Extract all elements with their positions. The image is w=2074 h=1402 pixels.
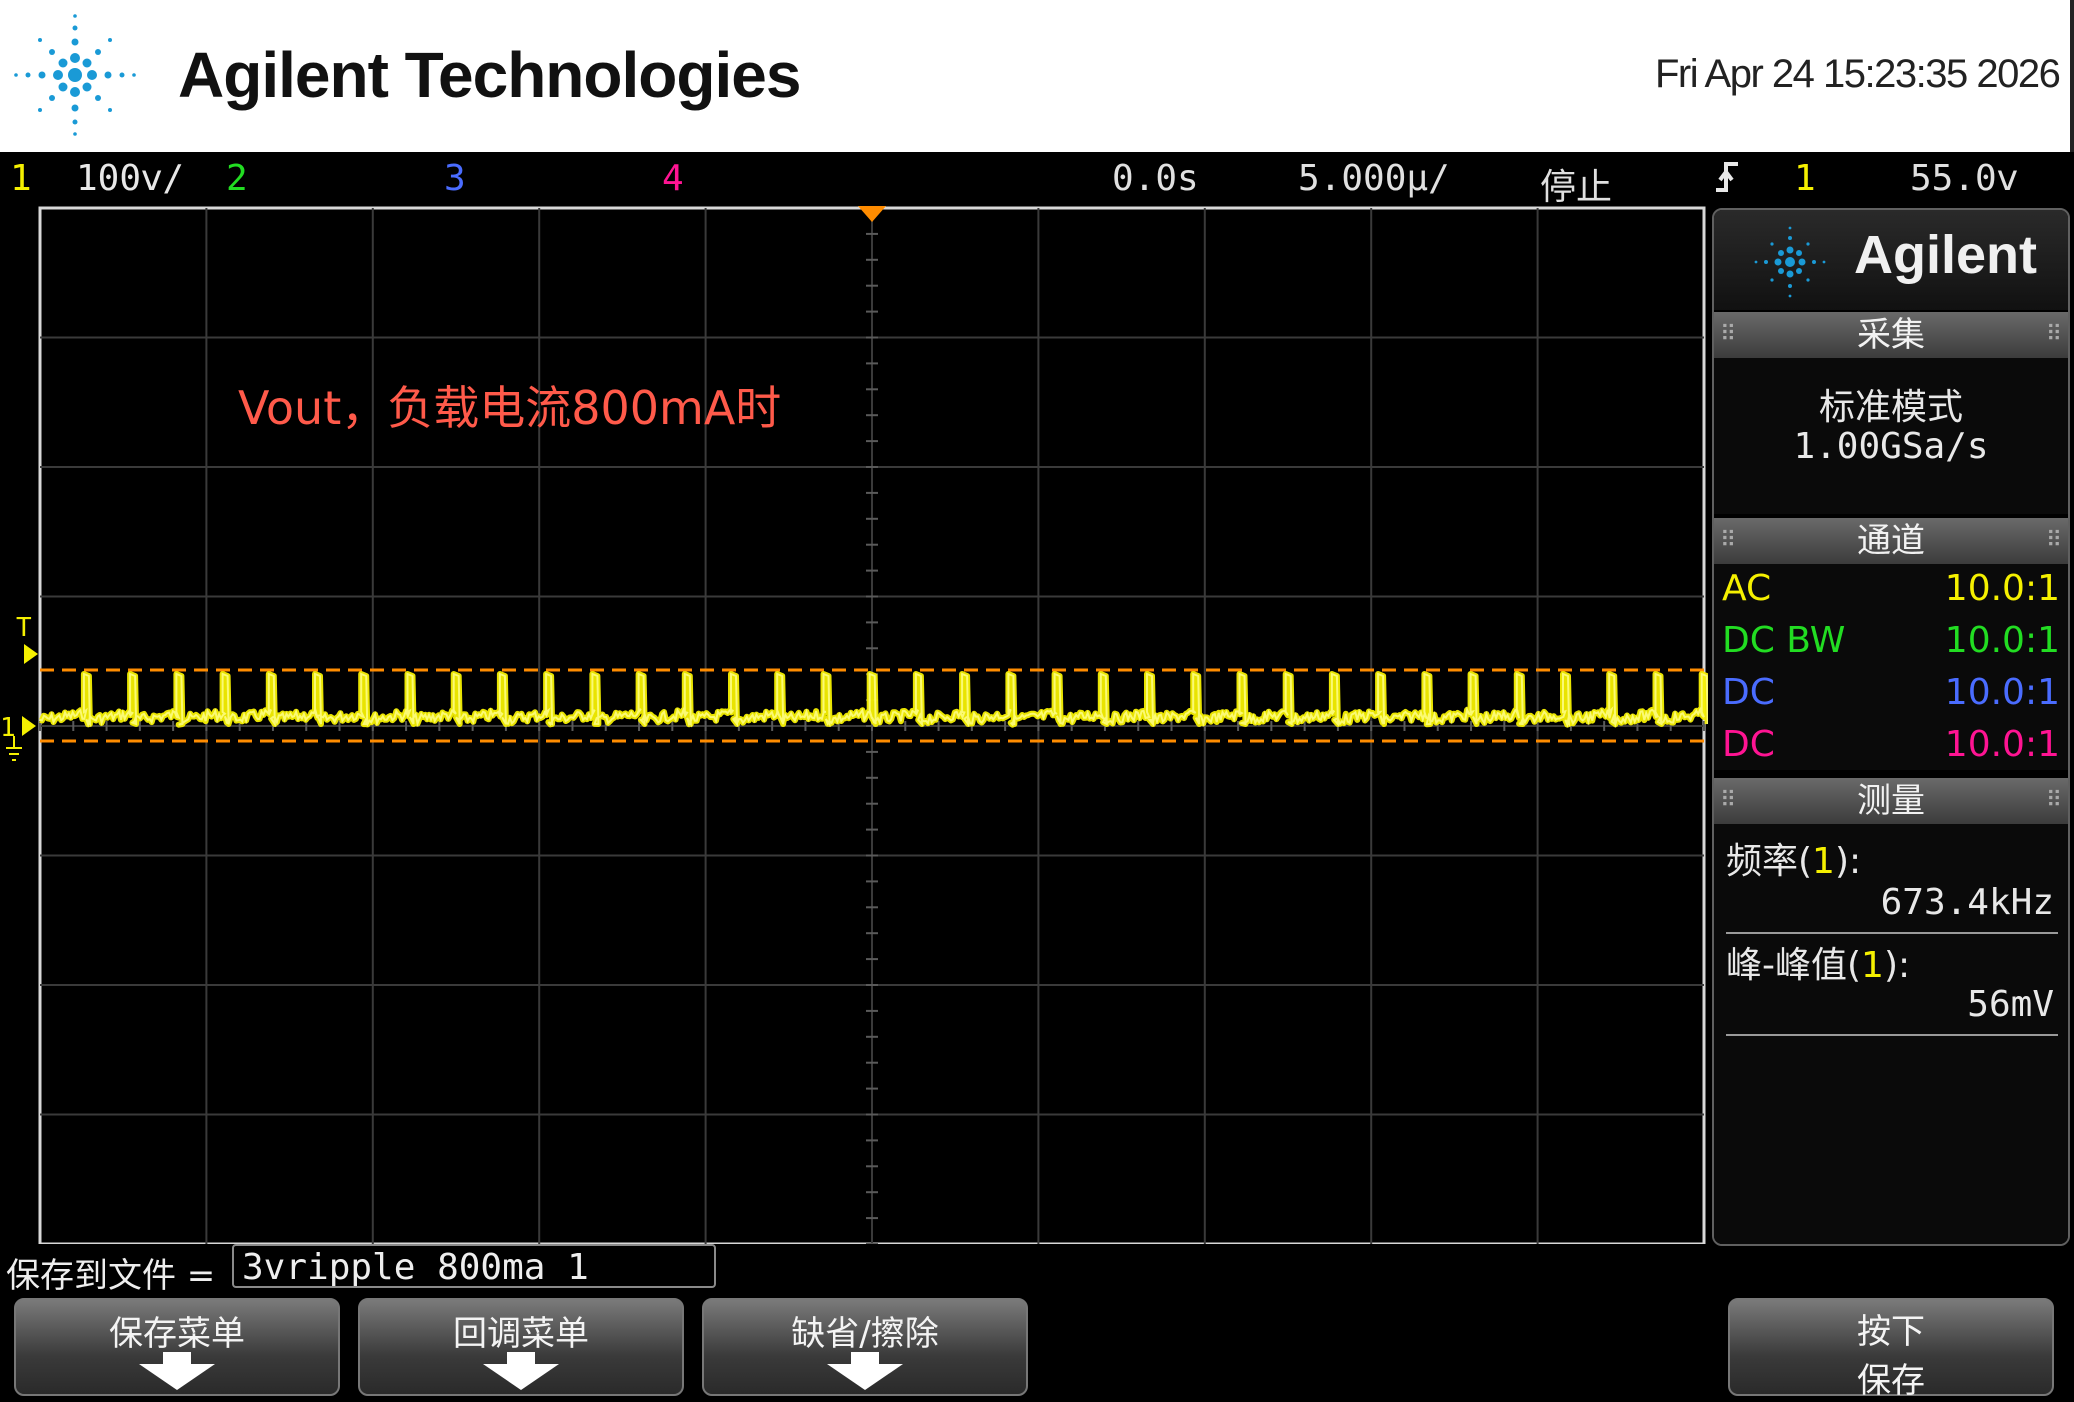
- trigger-position-marker: [858, 206, 886, 222]
- ch2-number[interactable]: 2: [226, 158, 248, 199]
- trace-annotation: Vout，负载电流800mA时: [238, 381, 782, 435]
- save-menu-softkey[interactable]: 保存菜单: [14, 1298, 340, 1396]
- ch2-coupling: DC BW: [1722, 620, 1846, 661]
- header-bar: Agilent Technologies Fri Apr 24 15:23:35…: [0, 0, 2074, 152]
- channel-section-header[interactable]: ⠿ 通道 ⠿: [1714, 518, 2068, 564]
- date-time: Fri Apr 24 15:23:35 2026: [1655, 52, 2061, 96]
- channel1-ground-marker: [22, 716, 36, 736]
- run-state[interactable]: 停止: [1540, 158, 1612, 210]
- info-panel: Agilent ⠿ 采集 ⠿ 标准模式 1.00GSa/s ⠿ 通道 ⠿ AC …: [1712, 208, 2070, 1246]
- panel-logo-text: Agilent: [1854, 225, 2037, 285]
- trigger-level[interactable]: 55.0ⅴ: [1910, 158, 2018, 199]
- measure-section: 频率(1): 673.4kHz 峰-峰值(1): 56mV: [1714, 824, 2068, 1244]
- acquire-title: 采集: [1857, 315, 1925, 355]
- sample-rate: 1.00GSa/s: [1793, 426, 1989, 467]
- softkey-label: 缺省/擦除: [791, 1314, 939, 1354]
- acquire-section-header[interactable]: ⠿ 采集 ⠿: [1714, 312, 2068, 358]
- measure-section-header[interactable]: ⠿ 测量 ⠿: [1714, 778, 2068, 824]
- ch1-probe: 10.0:1: [1944, 568, 2060, 609]
- ch3-number[interactable]: 3: [444, 158, 466, 199]
- ch4-number[interactable]: 4: [662, 158, 684, 199]
- save-file-row: 保存到文件 = 3vripple_800ma_1: [0, 1244, 2074, 1296]
- default-erase-softkey[interactable]: 缺省/擦除: [702, 1298, 1028, 1396]
- grip-icon: ⠿: [2045, 528, 2062, 553]
- agilent-spark-logo: [14, 14, 136, 136]
- horizontal-delay[interactable]: 0.0s: [1112, 158, 1199, 199]
- filename-field[interactable]: 3vripple_800ma_1: [232, 1244, 716, 1288]
- grip-icon: ⠿: [2045, 322, 2062, 347]
- trigger-level-label: T: [16, 613, 32, 643]
- channel-title: 通道: [1857, 521, 1925, 561]
- recall-menu-softkey[interactable]: 回调菜单: [358, 1298, 684, 1396]
- frequency-value: 673.4kHz: [1880, 882, 2054, 923]
- softkey-label-line2: 保存: [1857, 1361, 1925, 1401]
- timebase-scale[interactable]: 5.000µ/: [1298, 158, 1450, 199]
- panel-logo: Agilent: [1714, 210, 2068, 310]
- down-arrow-icon: [163, 1352, 191, 1364]
- trigger-level-marker: [24, 644, 38, 664]
- ch3-coupling: DC: [1722, 672, 1775, 713]
- ch4-probe: 10.0:1: [1944, 724, 2060, 765]
- softkey-label: 保存菜单: [109, 1314, 245, 1354]
- ch1-coupling: AC: [1722, 568, 1772, 609]
- down-arrow-icon: [851, 1352, 879, 1364]
- graticule: T1: [0, 206, 1708, 1244]
- status-bar: 1 100ⅴ/ 2 3 4 0.0s 5.000µ/ 停止 1 55.0ⅴ: [0, 152, 2074, 208]
- grip-icon: ⠿: [1720, 322, 1737, 347]
- rising-edge-trigger-icon: [1712, 156, 1742, 207]
- grip-icon: ⠿: [2045, 788, 2062, 813]
- save-to-file-label: 保存到文件 =: [6, 1256, 216, 1296]
- waveform-display[interactable]: T1 Vout，负载电流800mA时: [0, 204, 1708, 1244]
- frequency-label: 频率(1):: [1726, 841, 1862, 882]
- softkey-label-line1: 按下: [1857, 1312, 1925, 1352]
- grip-icon: ⠿: [1720, 788, 1737, 813]
- softkey-label: 回调菜单: [453, 1314, 589, 1354]
- acquire-mode: 标准模式: [1818, 387, 1963, 428]
- ch1-scale[interactable]: 100ⅴ/: [76, 158, 184, 199]
- ch2-probe: 10.0:1: [1944, 620, 2060, 661]
- trigger-source[interactable]: 1: [1794, 158, 1816, 199]
- ch1-number[interactable]: 1: [10, 158, 32, 199]
- peak-to-peak-label: 峰-峰值(1):: [1726, 945, 1911, 986]
- brand-name: Agilent Technologies: [178, 39, 801, 111]
- channel-section: AC 10.0:1 DC BW 10.0:1 DC 10.0:1 DC 10.0…: [1714, 564, 2068, 770]
- press-to-save-softkey[interactable]: 按下 保存: [1728, 1298, 2054, 1401]
- divider: [1726, 1034, 2058, 1036]
- down-arrow-icon: [507, 1352, 535, 1364]
- ch3-probe: 10.0:1: [1944, 672, 2060, 713]
- ch4-coupling: DC: [1722, 724, 1775, 765]
- grip-icon: ⠿: [1720, 528, 1737, 553]
- agilent-spark-icon: [1754, 226, 1826, 298]
- peak-to-peak-value: 56mV: [1967, 984, 2054, 1025]
- measure-title: 测量: [1857, 781, 1925, 821]
- divider: [1726, 932, 2058, 934]
- acquire-section: 标准模式 1.00GSa/s: [1714, 358, 2068, 514]
